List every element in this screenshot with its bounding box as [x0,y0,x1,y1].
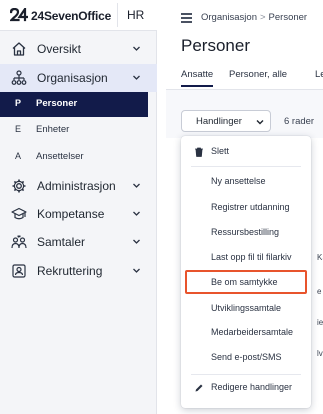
sidebar-subitem-personer[interactable]: P Personer [0,92,148,117]
tab-personer-alle[interactable]: Personer, alle [229,69,287,80]
tenant-switcher[interactable]: HR [127,8,144,22]
trash-icon [195,147,203,157]
subitem-label: Enheter [36,124,70,135]
menu-item-slett[interactable]: Slett [181,142,311,162]
brand-logo-icon [10,8,28,22]
menu-item-registrer-utdanning[interactable]: Registrer utdanning [181,198,311,218]
subitem-label: Ansettelser [36,151,84,162]
subitem-letter: A [15,151,22,161]
menu-item-label: Utviklingssamtale [211,303,282,313]
breadcrumb-current: Personer [268,12,308,23]
menu-item-redigere-handlinger[interactable]: Redigere handlinger [181,378,311,398]
table-cell-fragment: lv [317,349,323,358]
menu-item-label: Be om samtykke [211,277,278,287]
id-card-icon [12,264,26,278]
menu-item-ny-ansettelse[interactable]: Ny ansettelse [181,172,311,192]
menu-item-medarbeidersamtale[interactable]: Medarbeidersamtale [181,323,311,343]
menu-item-last-opp-fil[interactable]: Last opp fil til filarkiv [181,248,311,268]
org-chart-icon [11,70,27,85]
tab-bar: Ansatte Personer, alle Lede [181,69,323,89]
chevron-down-icon [133,239,140,244]
menu-item-label: Send e-post/SMS [211,352,282,362]
actions-button-label: Handlinger [196,116,242,127]
sidebar-subitem-ansettelser[interactable]: A Ansettelser [0,145,148,170]
sidebar-item-label: Administrasjon [37,179,116,193]
menu-item-label: Last opp fil til filarkiv [211,252,292,262]
rows-count: 6 rader [284,116,315,127]
chevron-down-icon [133,211,140,216]
sidebar-item-rekruttering[interactable]: Rekruttering [0,257,157,285]
breadcrumb-separator: > [259,12,266,23]
sidebar-subitem-enheter[interactable]: E Enheter [0,118,148,143]
menu-item-label: Registrer utdanning [211,202,290,212]
people-talk-icon [11,235,27,249]
menu-item-label: Ressursbestilling [211,227,280,237]
sidebar-item-administrasjon[interactable]: Administrasjon [0,172,157,200]
menu-item-send-epost-sms[interactable]: Send e-post/SMS [181,348,311,368]
menu-item-label: Ny ansettelse [211,176,266,186]
graduation-cap-icon [11,207,27,220]
sidebar-item-organisasjon[interactable]: Organisasjon [0,64,157,92]
menu-icon[interactable] [181,13,192,23]
breadcrumb: Organisasjon > Personer [201,12,307,23]
menu-item-label: Slett [211,146,230,156]
chevron-down-icon [133,183,140,188]
brand-divider [117,3,118,27]
chevron-down-icon [133,75,140,80]
chevron-down-icon [256,120,264,125]
sidebar: 24SevenOffice HR Oversikt Organisasjon P… [0,0,157,414]
menu-divider [191,166,301,167]
breadcrumb-parent[interactable]: Organisasjon [201,12,257,23]
sidebar-item-oversikt[interactable]: Oversikt [0,35,157,63]
subitem-letter: E [15,124,22,134]
chevron-down-icon [133,46,140,51]
sidebar-item-label: Samtaler [37,235,86,249]
sidebar-item-samtaler[interactable]: Samtaler [0,228,157,256]
actions-dropdown-menu: Slett Ny ansettelse Registrer utdanning … [181,136,311,408]
page-title: Personer [181,36,250,55]
tab-ansatte[interactable]: Ansatte [181,69,214,87]
tab-ledere[interactable]: Lede [315,69,323,80]
table-cell-fragment: KS [317,253,323,262]
sidebar-item-label: Rekruttering [37,264,103,278]
menu-item-utviklingssamtale[interactable]: Utviklingssamtale [181,299,311,319]
menu-item-be-om-samtykke[interactable]: Be om samtykke [185,270,307,294]
chevron-down-icon [133,268,140,273]
home-icon [12,42,26,56]
sidebar-item-label: Kompetanse [37,207,105,221]
subitem-letter: P [15,98,22,108]
menu-item-label: Medarbeidersamtale [211,327,294,337]
menu-divider [191,374,301,375]
subitem-label: Personer [36,98,78,109]
actions-dropdown-button[interactable]: Handlinger [181,110,271,132]
table-cell-fragment: ie [317,318,323,327]
brand-name: 24SevenOffice [31,9,112,23]
gear-icon [12,179,26,193]
table-cell-fragment: e [317,287,322,296]
brand-header: 24SevenOffice HR [0,0,157,31]
sidebar-item-kompetanse[interactable]: Kompetanse [0,200,157,228]
sidebar-item-label: Oversikt [37,42,82,56]
pencil-icon [195,384,203,392]
menu-item-ressursbestilling[interactable]: Ressursbestilling [181,223,311,243]
menu-item-label: Redigere handlinger [211,382,293,392]
sidebar-item-label: Organisasjon [37,71,108,85]
